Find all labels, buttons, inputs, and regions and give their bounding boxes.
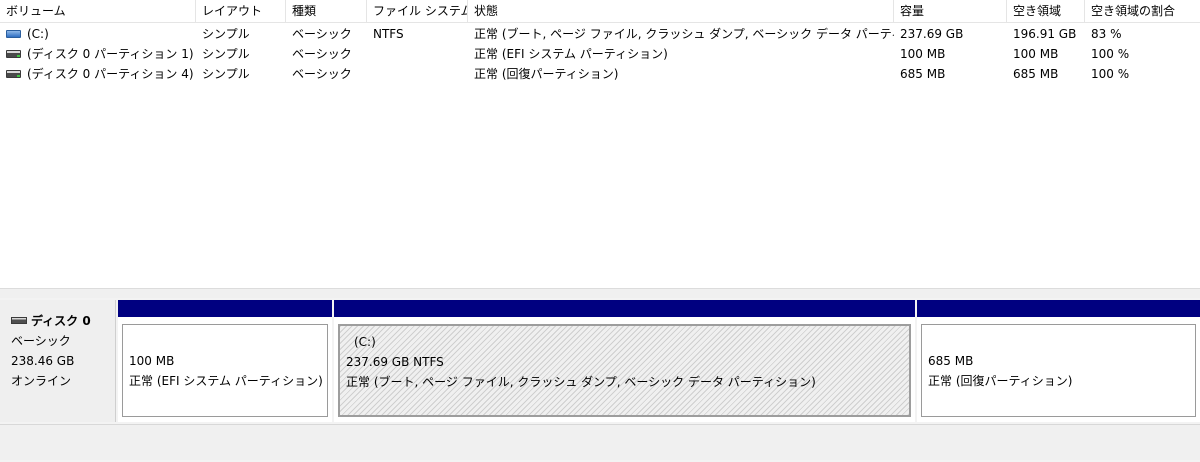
volume-list-header: ボリューム レイアウト 種類 ファイル システム 状態 容量 空き領域 空き領域… <box>0 0 1200 23</box>
free-cell: 685 MB <box>1013 67 1059 81</box>
type-cell: ベーシック <box>292 67 352 81</box>
free-pct-cell: 100 % <box>1091 47 1130 61</box>
filesystem-cell <box>367 44 468 64</box>
disk-type: ベーシック <box>11 334 71 348</box>
capacity-cell: 100 MB <box>900 47 946 61</box>
partition-size: 237.69 GB NTFS <box>346 355 444 369</box>
disk-name: ディスク 0 <box>31 314 91 328</box>
partition-header-bar <box>334 300 915 317</box>
status-cell: 正常 (回復パーティション) <box>474 67 619 81</box>
partition-status: 正常 (ブート, ページ ファイル, クラッシュ ダンプ, ベーシック データ … <box>346 375 816 389</box>
disk-info[interactable]: ディスク 0 ベーシック 238.46 GB オンライン <box>0 300 116 422</box>
column-header-free-pct[interactable]: 空き領域の割合 <box>1085 0 1200 23</box>
volume-cell: (ディスク 0 パーティション 4) <box>0 64 196 84</box>
free-cell: 100 MB <box>1013 47 1059 61</box>
column-header-free[interactable]: 空き領域 <box>1007 0 1085 23</box>
blue-volume-icon <box>6 29 21 38</box>
partition-name: (C:) <box>354 335 376 349</box>
disk-size: 238.46 GB <box>11 354 75 368</box>
partition-body: 100 MB 正常 (EFI システム パーティション) <box>122 324 328 417</box>
volume-name: (ディスク 0 パーティション 4) <box>27 67 194 81</box>
partition-header-bar <box>118 300 332 317</box>
partition-recovery[interactable]: 685 MB 正常 (回復パーティション) <box>917 300 1200 422</box>
capacity-cell: 685 MB <box>900 67 946 81</box>
column-header-layout[interactable]: レイアウト <box>196 0 286 23</box>
volume-name: (ディスク 0 パーティション 1) <box>27 47 194 61</box>
pane-splitter[interactable] <box>0 288 1200 298</box>
partition-size: 685 MB <box>928 354 974 368</box>
type-cell: ベーシック <box>292 27 352 41</box>
table-row[interactable]: (ディスク 0 パーティション 4) シンプル ベーシック 正常 (回復パーティ… <box>0 64 1200 84</box>
column-header-status[interactable]: 状態 <box>468 0 894 23</box>
free-pct-cell: 100 % <box>1091 67 1130 81</box>
free-pct-cell: 83 % <box>1091 27 1122 41</box>
partition-status: 正常 (回復パーティション) <box>928 374 1073 388</box>
capacity-cell: 237.69 GB <box>900 27 964 41</box>
volume-name: (C:) <box>27 27 49 41</box>
gray-volume-icon <box>6 49 21 58</box>
partition-header-bar <box>917 300 1200 317</box>
layout-cell: シンプル <box>202 27 250 41</box>
partition-efi[interactable]: 100 MB 正常 (EFI システム パーティション) <box>118 300 332 422</box>
volume-list[interactable]: ボリューム レイアウト 種類 ファイル システム 状態 容量 空き領域 空き領域… <box>0 0 1200 288</box>
partition-c-drive[interactable]: (C:) 237.69 GB NTFS 正常 (ブート, ページ ファイル, ク… <box>334 300 915 422</box>
disk-graphical-view: ディスク 0 ベーシック 238.46 GB オンライン 100 MB 正常 (… <box>0 298 1200 462</box>
layout-cell: シンプル <box>202 67 250 81</box>
partition-size: 100 MB <box>129 354 175 368</box>
partition-status: 正常 (EFI システム パーティション) <box>129 374 323 388</box>
filesystem-cell: NTFS <box>373 27 404 41</box>
volume-cell: (ディスク 0 パーティション 1) <box>0 44 196 64</box>
column-header-filesystem[interactable]: ファイル システム <box>367 0 468 23</box>
column-header-capacity[interactable]: 容量 <box>894 0 1007 23</box>
layout-cell: シンプル <box>202 47 250 61</box>
table-row[interactable]: (C:) シンプル ベーシック NTFS 正常 (ブート, ページ ファイル, … <box>0 24 1200 44</box>
status-cell: 正常 (ブート, ページ ファイル, クラッシュ ダンプ, ベーシック データ … <box>474 27 894 41</box>
partition-body: 685 MB 正常 (回復パーティション) <box>921 324 1196 417</box>
disk-name-row: ディスク 0 <box>11 311 115 331</box>
gray-volume-icon <box>6 69 21 78</box>
volume-cell: (C:) <box>0 24 196 44</box>
partition-body: (C:) 237.69 GB NTFS 正常 (ブート, ページ ファイル, ク… <box>338 324 911 417</box>
table-row[interactable]: (ディスク 0 パーティション 1) シンプル ベーシック 正常 (EFI シス… <box>0 44 1200 64</box>
disk-drive-icon <box>11 316 27 324</box>
free-cell: 196.91 GB <box>1013 27 1077 41</box>
status-cell: 正常 (EFI システム パーティション) <box>474 47 668 61</box>
type-cell: ベーシック <box>292 47 352 61</box>
column-header-type[interactable]: 種類 <box>286 0 367 23</box>
empty-disk-area <box>0 424 1200 460</box>
filesystem-cell <box>367 64 468 84</box>
disk-state: オンライン <box>11 374 72 388</box>
column-header-volume[interactable]: ボリューム <box>0 0 196 23</box>
